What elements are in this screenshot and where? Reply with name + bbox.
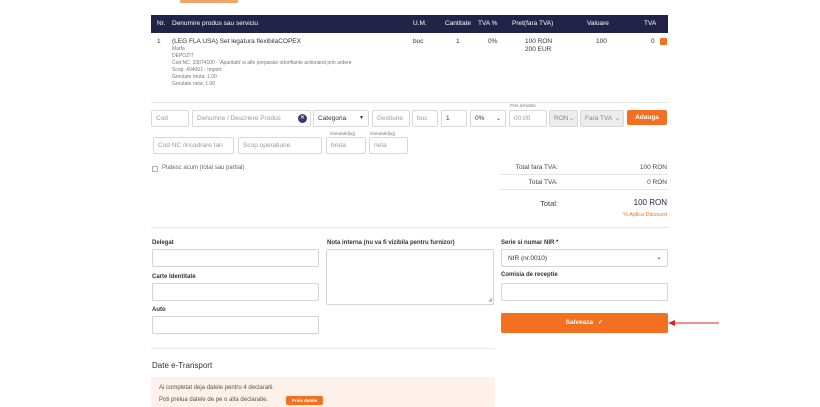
col-valoare: Valoare: [587, 20, 609, 27]
total-label: Total:: [540, 199, 558, 208]
check-icon: ✓: [597, 319, 604, 326]
col-pret: Pret(fara TVA): [512, 20, 554, 27]
caret-down-icon: ▼: [359, 115, 364, 121]
greutate-bruta-label: Greutate(kg): [330, 131, 356, 136]
categoria-value: Categoria: [318, 115, 347, 122]
row-tva: 0: [651, 38, 655, 45]
cantitate-input[interactable]: 1: [441, 110, 467, 127]
row-pret-eur: 200 EUR: [525, 46, 552, 53]
row-greutate-neta: Greutate neta: 1.00: [172, 81, 216, 87]
col-tva: TVA: [644, 20, 657, 27]
total-fara-tva-value: 100 RON: [639, 164, 667, 171]
row-depozit: DEPOZIT: [172, 53, 194, 59]
gestiune-input[interactable]: Gestiune: [372, 110, 410, 127]
total-value: 100 RON: [633, 198, 667, 207]
clear-icon[interactable]: ✕: [298, 114, 307, 123]
auto-label: Auto: [152, 307, 166, 313]
um-input[interactable]: buc: [412, 110, 438, 127]
salveaza-label: Salveaza: [565, 319, 594, 326]
col-cantitate: Cantitate: [445, 20, 472, 27]
platesc-label: Platesc acum (total sau partial): [162, 165, 245, 171]
row-nr: 1: [157, 38, 161, 45]
tva-value: 0%: [475, 115, 485, 122]
row-cod-nc: Cod NC: 33074100 - 'Aparitatti' si alte …: [172, 60, 352, 66]
auto-input[interactable]: [152, 316, 319, 334]
total-tva-value: 0 RON: [647, 179, 667, 186]
col-tva-pct: TVA %: [478, 20, 498, 27]
pret-input[interactable]: 00.00: [509, 110, 547, 127]
cod-nc-input[interactable]: Cod NC /incadrare tari: [153, 137, 234, 154]
etransport-line1: Ai completat deja datele pentru 4 declar…: [159, 385, 275, 391]
divider: [151, 227, 668, 228]
row-cantitate: 1: [456, 38, 460, 45]
chevron-down-icon: [660, 38, 667, 45]
total-fara-tva-label: Total fara TVA:: [515, 164, 558, 171]
comisie-label: Comisia de receptie: [501, 272, 558, 278]
aplica-discount-link[interactable]: % Aplica Discount: [600, 212, 667, 218]
tva-select[interactable]: 0% ⌄: [470, 110, 506, 127]
adauga-button[interactable]: Adauga: [627, 110, 667, 125]
row-scop: Scop: 404001 - Import: [172, 67, 222, 73]
serie-select[interactable]: NIR (nr.0010) ⌄: [501, 249, 668, 267]
categoria-select[interactable]: Categoria ▼: [313, 110, 369, 127]
chevron-down-icon: ⌄: [656, 254, 662, 261]
chevron-down-icon: ⌄: [614, 116, 620, 122]
delegat-label: Delegat: [152, 240, 174, 246]
carte-identitate-label: Carte Identitate: [152, 274, 196, 280]
platesc-checkbox[interactable]: [152, 166, 158, 172]
row-greutate-bruta: Greutate bruta: 1.00: [172, 74, 217, 80]
divider: [151, 348, 495, 349]
carte-identitate-input[interactable]: [152, 283, 319, 301]
nota-interna-label: Nota interna (nu va fi vizibila pentru f…: [327, 240, 455, 246]
nota-interna-textarea[interactable]: ◢: [326, 249, 494, 305]
etransport-line2: Poti prelua datele de pe o alta declarat…: [159, 397, 269, 403]
pret-label: Pret achizitie: [510, 103, 536, 108]
row-valoare: 100: [596, 38, 607, 45]
denumire-input[interactable]: Denumire / Descriere Produs ✕: [192, 110, 311, 127]
table-header: Nr. Denumire produs sau serviciu U.M. Ca…: [151, 15, 668, 33]
greutate-bruta-input[interactable]: bruta: [326, 137, 366, 154]
row-um: buc: [413, 38, 424, 45]
resize-handle-icon[interactable]: ◢: [488, 297, 492, 303]
row-tva-pct: 0%: [488, 38, 498, 45]
col-produs: Denumire produs sau serviciu: [172, 20, 258, 27]
annotation-arrow-icon: [668, 320, 719, 326]
delegat-input[interactable]: [152, 249, 319, 267]
serie-label: Serie si numar NIR *: [501, 240, 559, 246]
greutate-neta-input[interactable]: neta: [369, 137, 408, 154]
cod-input[interactable]: Cod: [151, 110, 189, 127]
preia-datele-button[interactable]: Preia datele: [286, 396, 323, 405]
currency-value: RON: [554, 115, 569, 122]
table-row: 1 (LEG FLA USA) Set legatura flexibilaCO…: [151, 33, 668, 103]
etransport-notice: Ai completat deja datele pentru 4 declar…: [151, 377, 495, 407]
denumire-placeholder: Denumire / Descriere Produs: [197, 115, 281, 122]
row-pret-ron: 100 RON: [525, 38, 553, 45]
serie-value: NIR (nr.0010): [508, 255, 548, 262]
row-marca: Marfa: [172, 46, 185, 52]
currency-select[interactable]: RON ⌄: [549, 110, 578, 127]
comisie-input[interactable]: [501, 283, 668, 301]
salveaza-button[interactable]: Salveaza ✓: [501, 313, 668, 333]
etransport-title: Date e-Transport: [152, 361, 213, 370]
chevron-down-icon: ⌄: [495, 116, 501, 122]
scop-input[interactable]: Scop operatiune: [238, 137, 322, 154]
divider: [500, 189, 668, 190]
row-product-name: (LEG FLA USA) Set legatura flexibilaCOPE…: [172, 38, 301, 45]
col-nr: Nr.: [157, 20, 166, 27]
fara-tva-select[interactable]: Fara TVA ⌄: [580, 110, 624, 127]
top-action-button[interactable]: [180, 0, 238, 3]
total-tva-label: Total TVA:: [528, 179, 558, 186]
col-um: U.M.: [413, 20, 427, 27]
chevron-down-icon: ⌄: [568, 116, 574, 122]
fara-tva-value: Fara TVA: [585, 115, 613, 122]
greutate-neta-label: Greutate(kg): [370, 131, 396, 136]
divider: [500, 174, 668, 175]
